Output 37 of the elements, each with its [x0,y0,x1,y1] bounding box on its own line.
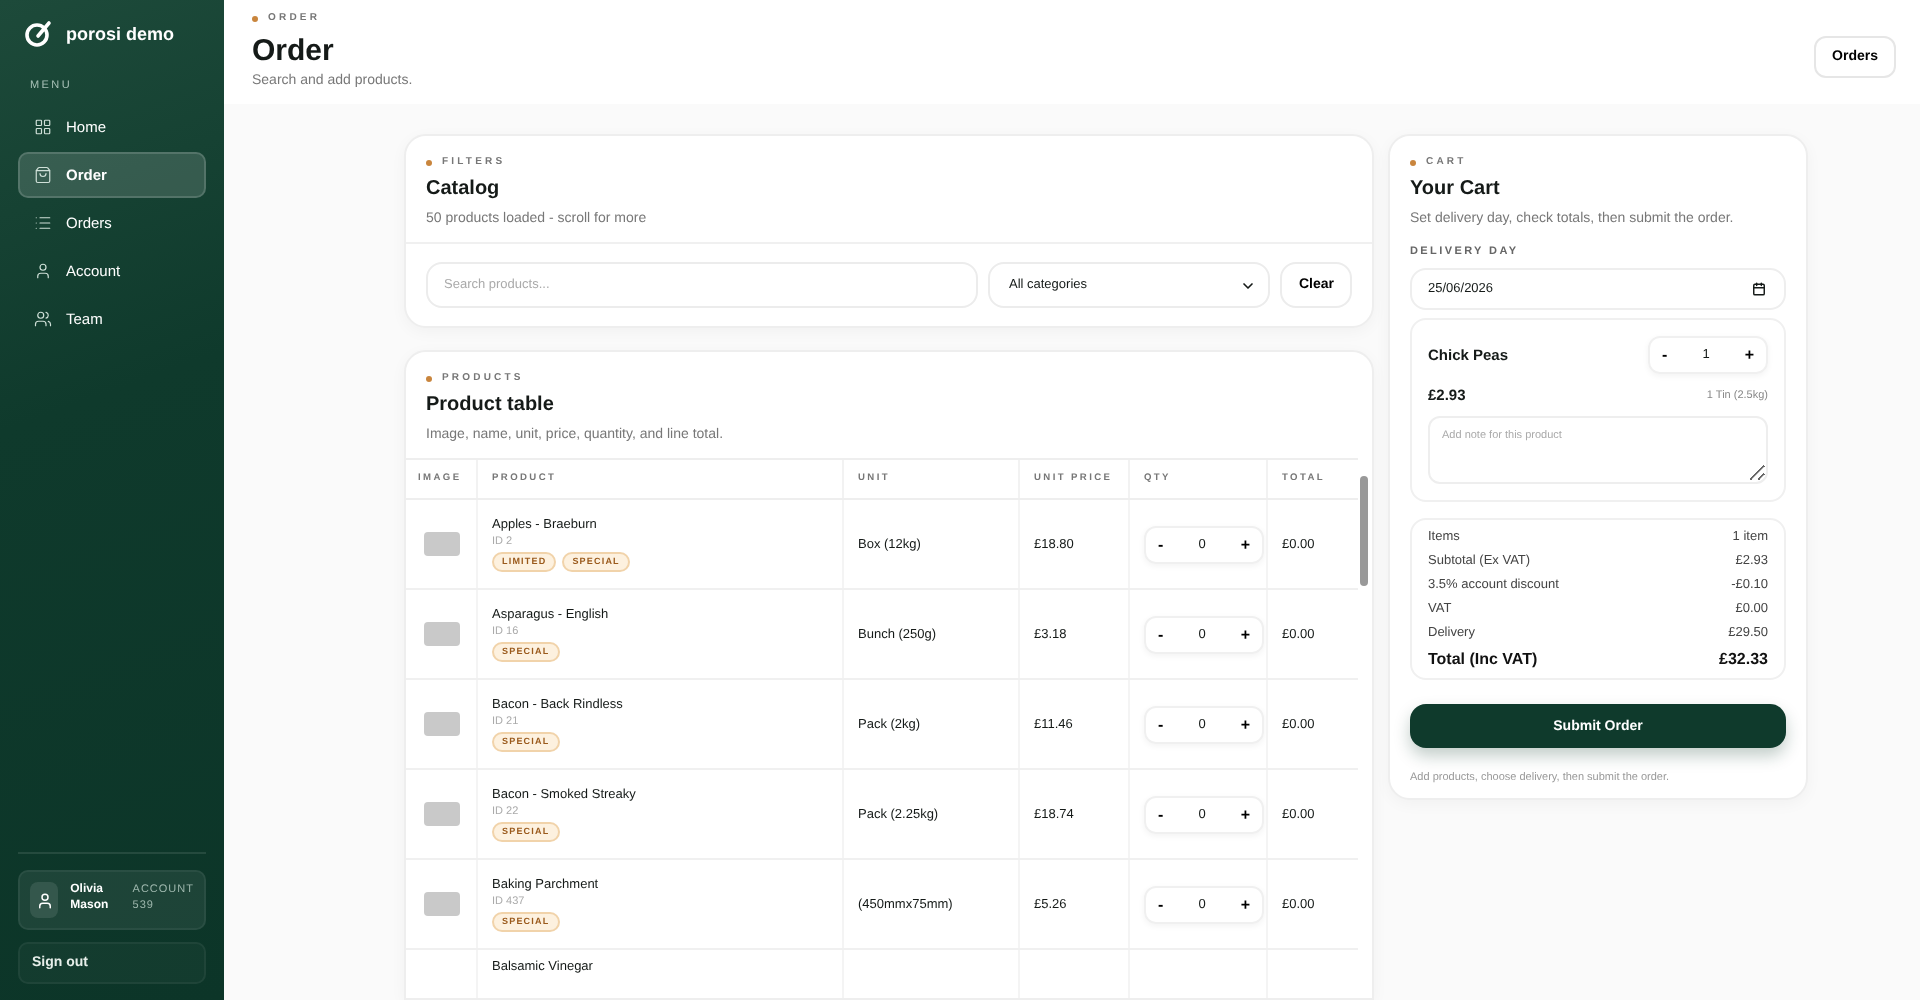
nav-icon [34,166,52,184]
photo-placeholder [423,892,459,916]
dot-icon [252,15,258,21]
photo-placeholder [423,802,459,826]
increase-button[interactable]: + [1236,625,1254,643]
increase-button[interactable]: + [1236,715,1254,733]
summary-label: Total (Inc VAT) [1428,650,1538,668]
section-title: Product table [426,394,556,416]
summary-value: £32.33 [1719,650,1768,668]
increase-button[interactable]: + [1236,535,1254,553]
nav-icon [34,262,52,280]
dot-icon [426,159,432,165]
decrease-button[interactable]: - [1154,625,1168,643]
decrease-button[interactable]: - [1154,715,1168,733]
avatar-icon [30,882,59,918]
calendar-icon [1752,282,1766,296]
section-title: Your Cart [1410,178,1502,200]
logo-icon [24,20,52,48]
dot-icon [426,375,432,381]
section-title: Catalog [426,178,502,200]
decrease-button[interactable]: - [1154,535,1168,553]
brand-name: porosi demo [66,24,175,44]
nav-icon [34,118,52,136]
decrease-button[interactable]: - [1154,895,1168,913]
increase-button[interactable]: + [1236,895,1254,913]
decrease-button[interactable]: - [1154,805,1168,823]
increase-button[interactable]: + [1740,346,1758,364]
dot-icon [1410,159,1416,165]
nav-icon [34,214,52,232]
increase-button[interactable]: + [1236,805,1254,823]
photo-placeholder [423,532,459,556]
page-title: Order [252,34,336,68]
nav-icon [34,310,52,328]
decrease-button[interactable]: - [1658,346,1672,364]
photo-placeholder [423,712,459,736]
photo-placeholder [423,622,459,646]
chevron-icon [1240,277,1257,293]
